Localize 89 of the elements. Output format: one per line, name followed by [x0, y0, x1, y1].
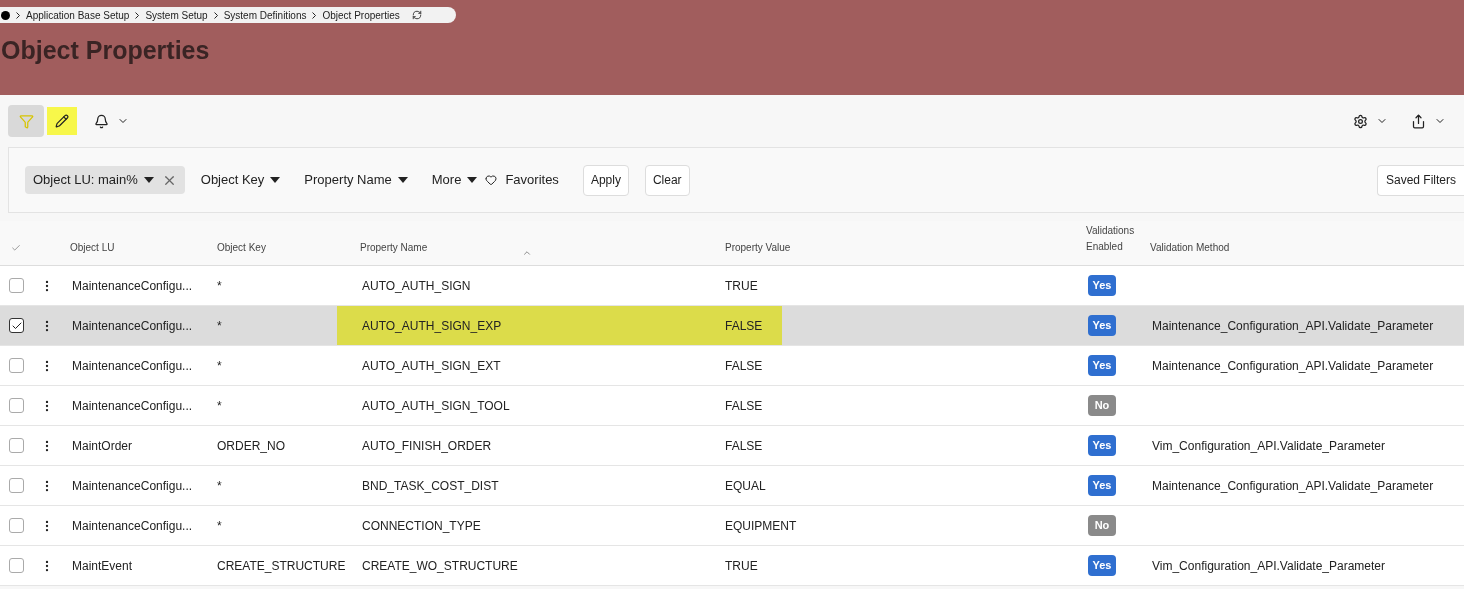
applied-filter-chip[interactable]: Object LU: main% [25, 166, 185, 194]
filter-dropdown[interactable]: Property Name [296, 166, 416, 194]
table-cell-text: AUTO_AUTH_SIGN_EXP [362, 317, 502, 335]
filter-icon [18, 113, 34, 129]
table-cell-text: Maintenance_Configuration_API.Validate_Parameter [1151, 477, 1435, 495]
heart-icon [485, 174, 498, 186]
row-checkbox[interactable] [9, 558, 24, 573]
caret-icon [397, 177, 408, 183]
apply-button[interactable]: Apply [582, 164, 629, 196]
table-cell-text: AUTO_AUTH_SIGN_EXT [362, 357, 501, 375]
saved-filters-button[interactable]: Saved Filters [1376, 164, 1464, 196]
table-cell-text: * [216, 397, 223, 415]
table-cell-text: CREATE_WO_STRUCTURE [362, 557, 518, 575]
clear-button[interactable]: Clear [644, 164, 690, 196]
table-cell-text: * [216, 517, 223, 535]
refresh-icon[interactable] [411, 10, 422, 20]
table-cell-text: * [216, 277, 223, 295]
bell-icon [94, 113, 109, 129]
chevron-icon [16, 11, 20, 19]
table-cell-text: ORDER_NO [216, 437, 286, 455]
edit-button[interactable] [47, 107, 77, 135]
table-cell-text: FALSE [725, 317, 763, 335]
status-badge: Yes [1088, 475, 1116, 496]
caret-icon [143, 177, 154, 183]
table-cell-text: MaintenanceConfigu... [71, 357, 194, 375]
table-cell-text: EQUAL [725, 477, 766, 495]
table-cell-text: AUTO_FINISH_ORDER [362, 437, 492, 455]
table-cell-text: AUTO_AUTH_SIGN [362, 277, 471, 295]
table-cell-text: FALSE [725, 437, 763, 455]
table-cell-text: TRUE [725, 277, 758, 295]
status-badge: Yes [1088, 315, 1116, 336]
breadcrumb-link[interactable]: System Setup [145, 7, 208, 23]
table-cell-text: Vim_Configuration_API.Validate_Parameter [1151, 557, 1387, 575]
table-cell-text: MaintenanceConfigu... [71, 277, 194, 295]
status-badge: No [1088, 395, 1116, 416]
table-cell-text: MaintEvent [71, 557, 134, 575]
table-cell-text: Vim_Configuration_API.Validate_Parameter [1151, 437, 1387, 455]
table-cell-text: CREATE_STRUCTURE [216, 557, 347, 575]
filter-dropdown[interactable]: Object Key [192, 166, 289, 194]
table-cell-text: BND_TASK_COST_DIST [362, 477, 499, 495]
row-checkbox[interactable] [9, 518, 24, 533]
favorites-button[interactable]: Favorites [485, 166, 559, 194]
export-icon [1411, 113, 1426, 129]
table-cell-text: * [216, 477, 223, 495]
column-header[interactable]: Object Key [207, 240, 352, 255]
caret-icon [270, 177, 281, 183]
chevron-icon [135, 11, 140, 19]
table-cell-text: FALSE [725, 397, 763, 415]
column-header[interactable]: Property Name [360, 242, 428, 253]
row-checkbox[interactable] [9, 478, 24, 493]
row-checkbox[interactable] [9, 318, 24, 333]
breadcrumb-link[interactable]: Object Properties [322, 7, 400, 23]
column-header[interactable]: Property Value [715, 240, 1078, 255]
table-cell-text: * [216, 357, 223, 375]
chevron-icon [213, 11, 218, 19]
table-cell-text: AUTO_AUTH_SIGN_TOOL [362, 397, 510, 415]
table-cell-text: * [216, 317, 223, 335]
page-title: Object Properties [1, 38, 210, 63]
table-cell-text: MaintenanceConfigu... [71, 477, 194, 495]
table-cell-text: MaintOrder [71, 437, 134, 455]
pencil-icon [55, 114, 69, 128]
breadcrumb-link[interactable]: Application Base Setup [26, 7, 130, 23]
filter-dropdown[interactable]: More [423, 166, 486, 194]
table-cell-text: FALSE [725, 357, 763, 375]
column-header[interactable]: Validations Enabled [1078, 223, 1134, 255]
status-badge: Yes [1088, 355, 1116, 376]
status-badge: Yes [1088, 275, 1116, 296]
caret-icon [467, 177, 478, 183]
table-cell-text: EQUIPMENT [725, 517, 797, 535]
breadcrumb-link[interactable]: System Definitions [223, 7, 307, 23]
row-checkbox[interactable] [9, 278, 24, 293]
row-checkbox[interactable] [9, 358, 24, 373]
status-badge: Yes [1088, 555, 1116, 576]
status-badge: No [1088, 515, 1116, 536]
column-header[interactable]: Object LU [60, 240, 207, 255]
chevron-icon [312, 11, 317, 19]
table-cell-text: Maintenance_Configuration_API.Validate_Parameter [1151, 317, 1435, 335]
table-cell-text: MaintenanceConfigu... [71, 317, 194, 335]
row-checkbox[interactable] [9, 438, 24, 453]
table-cell-text: CONNECTION_TYPE [362, 517, 481, 535]
column-header[interactable]: Validation Method [1142, 240, 1464, 255]
row-checkbox[interactable] [9, 398, 24, 413]
table-cell-text: Maintenance_Configuration_API.Validate_Parameter [1151, 357, 1435, 375]
settings-icon [1353, 113, 1368, 129]
table-cell-text: MaintenanceConfigu... [71, 397, 194, 415]
status-badge: Yes [1088, 435, 1116, 456]
table-cell-text: MaintenanceConfigu... [71, 517, 194, 535]
table-row[interactable]: MaintenanceConfigu... * AUTO_AUTH_SIGN_EXP FALSE Yes Maintenance_Configuration_API.Validate_Parameter [0, 306, 1464, 346]
table-cell-text: TRUE [725, 557, 758, 575]
